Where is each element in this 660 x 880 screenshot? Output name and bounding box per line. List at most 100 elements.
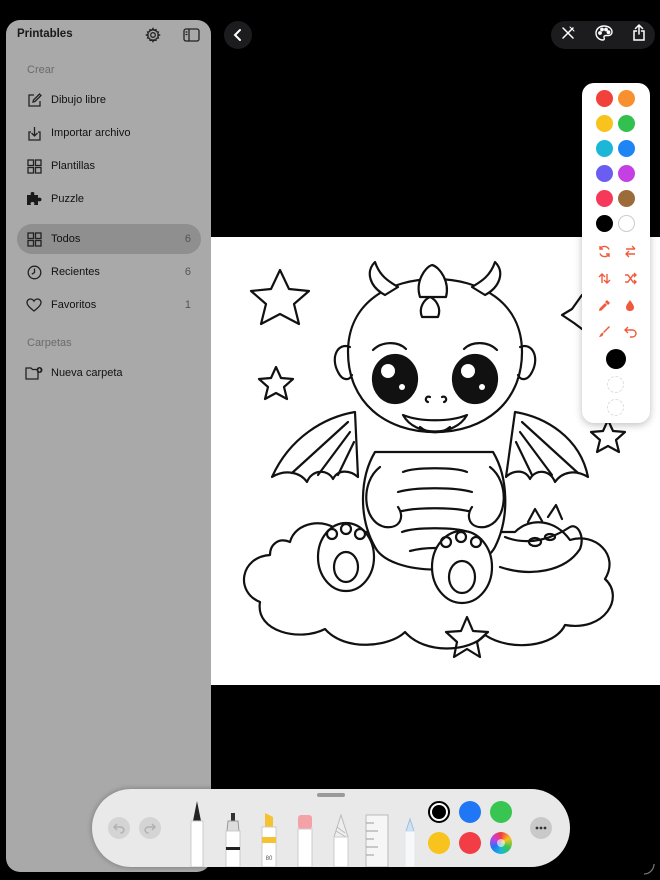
- color-swatch-green[interactable]: [618, 115, 635, 132]
- fineliner-tool[interactable]: [224, 813, 242, 867]
- sidebar-item-templates[interactable]: Plantillas: [17, 151, 201, 181]
- toolbar-color-black[interactable]: [428, 801, 450, 823]
- pencil-close-icon: [562, 26, 575, 39]
- undo-color-button[interactable]: [622, 323, 638, 339]
- toolbar-color-blue[interactable]: [459, 801, 481, 823]
- color-palette-button[interactable]: [595, 24, 613, 46]
- clock-icon: [25, 263, 43, 281]
- eraser-tool[interactable]: [296, 813, 314, 867]
- sidebar-item-favorites[interactable]: Favoritos 1: [17, 290, 201, 320]
- redo-icon: [144, 823, 156, 834]
- shuffle-icon: [624, 272, 637, 284]
- rotate-icon: [598, 245, 610, 257]
- drag-handle[interactable]: [317, 793, 345, 797]
- color-swatch-pink[interactable]: [596, 190, 613, 207]
- back-button[interactable]: [224, 21, 252, 49]
- section-create: Crear: [27, 64, 55, 76]
- swap-vertical-icon: [598, 272, 610, 284]
- brush-icon: [598, 325, 610, 337]
- eyedropper-icon: [598, 299, 610, 311]
- empty-color-slot[interactable]: [607, 376, 624, 393]
- close-tools-button[interactable]: [560, 25, 576, 46]
- sidebar: Printables Crear Dibujo libre Importar a…: [6, 20, 211, 872]
- shuffle-button[interactable]: [622, 270, 638, 286]
- sidebar-item-import-file[interactable]: Importar archivo: [17, 118, 201, 148]
- sidebar-item-label: Importar archivo: [51, 127, 131, 139]
- undo-icon: [623, 326, 637, 338]
- undo-button[interactable]: [108, 817, 130, 839]
- color-wheel-button[interactable]: [490, 832, 512, 854]
- new-folder-icon: [25, 364, 43, 382]
- eyedropper-button[interactable]: [596, 297, 612, 313]
- new-folder-button[interactable]: Nueva carpeta: [17, 358, 201, 388]
- sidebar-item-puzzle[interactable]: Puzzle: [17, 184, 201, 214]
- color-swatch-white[interactable]: [618, 215, 635, 232]
- gear-icon: [145, 27, 161, 43]
- color-swatch-cyan[interactable]: [596, 140, 613, 157]
- color-swatch-black[interactable]: [596, 215, 613, 232]
- fill-drop-button[interactable]: [622, 297, 638, 313]
- top-right-toolbar: [551, 21, 655, 49]
- color-swatch-brown[interactable]: [618, 190, 635, 207]
- item-count: 1: [184, 299, 191, 311]
- grid-icon: [25, 157, 43, 175]
- toggle-sidebar-button[interactable]: [180, 24, 202, 46]
- item-count: 6: [184, 233, 191, 245]
- drawing-toolbar: 80: [92, 789, 570, 867]
- sidebar-item-label: Dibujo libre: [51, 94, 107, 106]
- color-swatch-indigo[interactable]: [596, 165, 613, 182]
- toolbar-color-black-fill: [432, 805, 446, 819]
- palette-icon: [595, 24, 613, 41]
- share-icon: [632, 23, 645, 41]
- sidebar-title: Printables: [17, 28, 73, 40]
- settings-button[interactable]: [142, 24, 164, 46]
- swap-horizontal-button[interactable]: [622, 243, 638, 259]
- swap-horizontal-icon: [624, 245, 635, 257]
- selected-color[interactable]: [606, 349, 626, 369]
- sidebar-item-all[interactable]: Todos 6: [17, 224, 201, 254]
- more-options-button[interactable]: [530, 817, 552, 839]
- puzzle-icon: [25, 190, 43, 208]
- color-swatch-yellow[interactable]: [596, 115, 613, 132]
- color-palette-popover: [582, 83, 650, 423]
- color-swatch-blue[interactable]: [618, 140, 635, 157]
- marker-size-label: 80: [266, 856, 273, 862]
- grid-icon: [25, 230, 43, 248]
- pencil-tool[interactable]: [332, 813, 350, 867]
- rotate-button[interactable]: [596, 243, 612, 259]
- color-swatch-orange[interactable]: [618, 90, 635, 107]
- toolbar-color-green[interactable]: [490, 801, 512, 823]
- sidebar-item-label: Favoritos: [51, 299, 97, 311]
- import-icon: [25, 124, 43, 142]
- brush-button[interactable]: [596, 323, 612, 339]
- pen-tool[interactable]: [188, 799, 206, 867]
- lasso-tool[interactable]: [402, 813, 418, 867]
- color-swatch-purple[interactable]: [618, 165, 635, 182]
- ellipsis-icon: [535, 826, 547, 830]
- color-wheel-center: [497, 839, 505, 847]
- marker-tool[interactable]: 80: [260, 813, 278, 867]
- toolbar-color-red[interactable]: [459, 832, 481, 854]
- sidebar-item-label: Plantillas: [51, 160, 96, 172]
- sidebar-item-label: Todos: [51, 233, 81, 245]
- chevron-left-icon: [233, 29, 241, 41]
- resize-corner-icon: [643, 863, 655, 875]
- undo-icon: [113, 823, 125, 834]
- swap-vertical-button[interactable]: [596, 270, 612, 286]
- heart-icon: [25, 296, 43, 314]
- toolbar-color-yellow[interactable]: [428, 832, 450, 854]
- share-button[interactable]: [632, 23, 646, 46]
- pencil-square-icon: [25, 91, 43, 109]
- redo-button[interactable]: [139, 817, 161, 839]
- sidebar-item-label: Puzzle: [51, 193, 85, 205]
- sidebar-icon: [182, 28, 200, 42]
- sidebar-item-recent[interactable]: Recientes 6: [17, 257, 201, 287]
- color-swatch-red[interactable]: [596, 90, 613, 107]
- item-count: 6: [184, 266, 191, 278]
- sidebar-item-label: Recientes: [51, 266, 100, 278]
- sidebar-item-free-drawing[interactable]: Dibujo libre: [17, 85, 201, 115]
- ruler-tool[interactable]: [364, 813, 390, 867]
- sidebar-item-label: Nueva carpeta: [51, 367, 123, 379]
- section-folders: Carpetas: [27, 337, 72, 349]
- empty-color-slot[interactable]: [607, 399, 624, 416]
